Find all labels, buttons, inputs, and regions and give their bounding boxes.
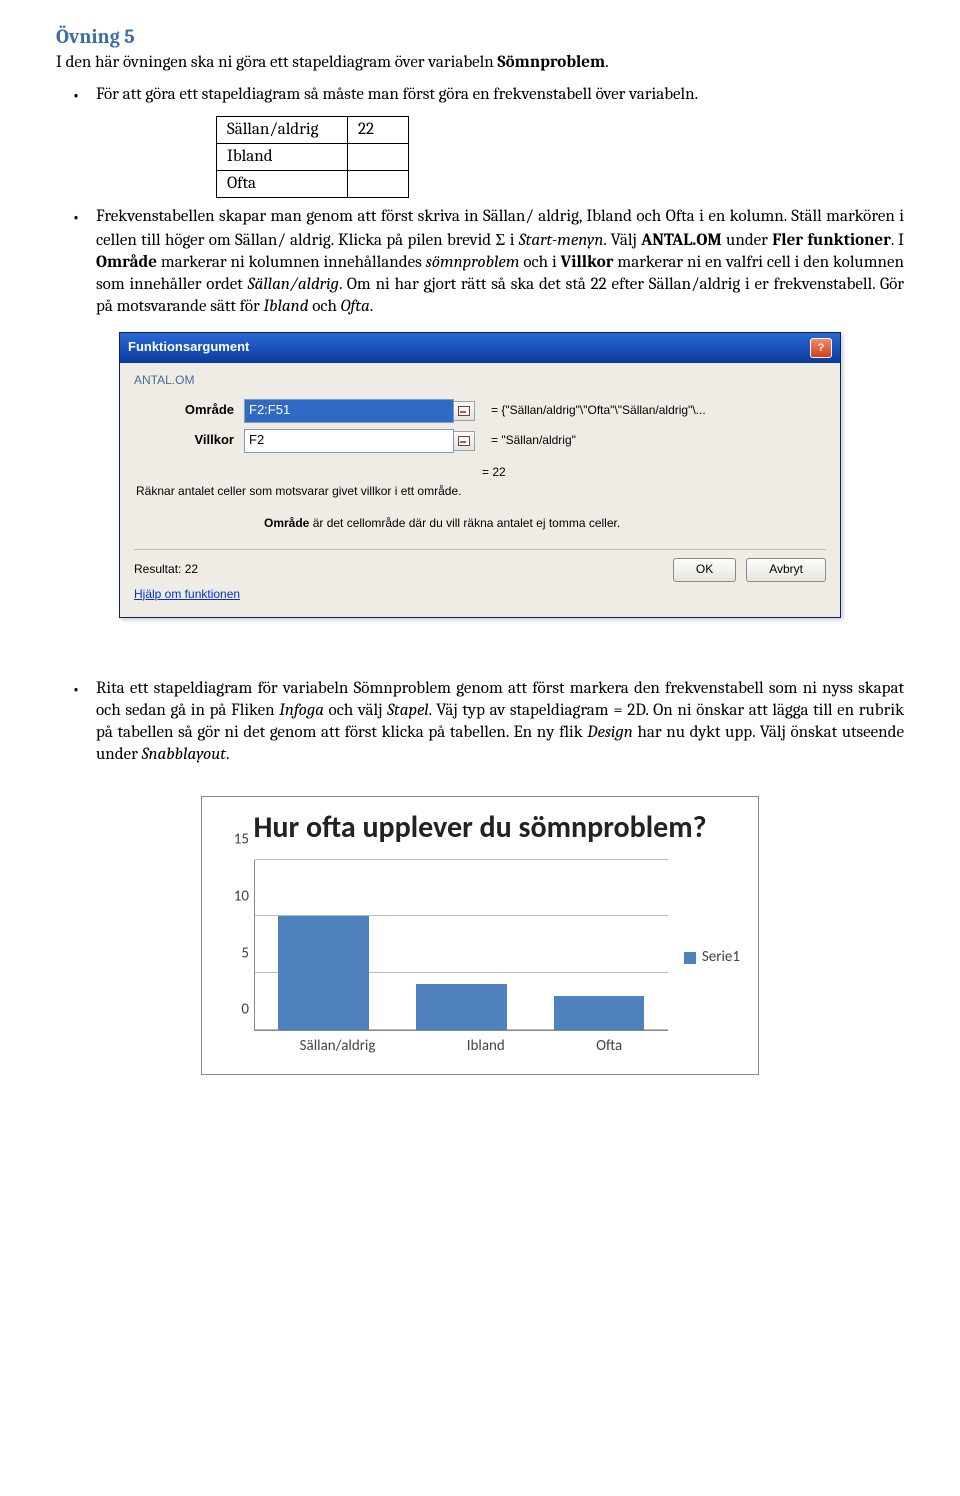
chart-x-label: Ofta	[596, 1037, 622, 1057]
t: Område	[96, 253, 157, 272]
function-name-label: ANTAL.OM	[134, 373, 826, 389]
t: och välj	[324, 701, 387, 720]
t: Ofta	[341, 297, 370, 316]
omrade-input[interactable]: F2:F51	[244, 399, 454, 423]
ok-button[interactable]: OK	[673, 558, 736, 582]
table-row: Sällan/aldrig 22	[217, 117, 409, 144]
freq-label: Ibland	[217, 144, 348, 171]
freq-value	[348, 144, 409, 171]
bullet-2: Frekvenstabellen skapar man genom att fö…	[96, 206, 904, 317]
villkor-input[interactable]: F2	[244, 429, 454, 453]
t: i	[505, 231, 518, 250]
t: är det cellområde där du vill räkna anta…	[309, 516, 620, 530]
function-arguments-dialog: Funktionsargument ? ANTAL.OM Område F2:F…	[119, 332, 841, 618]
freq-label: Sällan/aldrig	[217, 117, 348, 144]
freq-value	[348, 171, 409, 198]
legend-label: Serie1	[702, 948, 740, 968]
t: och i	[519, 253, 560, 272]
chart-x-label: Ibland	[467, 1037, 505, 1057]
chart-plot-area: 051015	[254, 860, 668, 1031]
chart-bar	[278, 916, 369, 1029]
chart-gridline	[255, 859, 668, 860]
t: . Välj	[603, 231, 641, 250]
function-description: Räknar antalet celler som motsvarar give…	[136, 484, 826, 500]
t: Fler funktioner	[772, 231, 891, 250]
dialog-title: Funktionsargument	[128, 339, 249, 356]
t: Ibland	[264, 297, 309, 316]
intro-bold: Sömnproblem	[498, 53, 606, 72]
intro-text: I den här övningen ska ni göra ett stape…	[56, 52, 904, 74]
chart-y-tick: 0	[225, 1000, 249, 1020]
bullet-1: För att göra ett stapeldiagram så måste …	[96, 84, 904, 106]
t: och	[308, 297, 340, 316]
chart-y-tick: 10	[225, 887, 249, 907]
t: Villkor	[561, 253, 614, 272]
range-selector-icon[interactable]	[453, 401, 475, 421]
t: Stapel	[387, 701, 429, 720]
t: ANTAL.OM	[641, 231, 722, 250]
t: Design	[587, 723, 633, 742]
t: .	[226, 745, 230, 764]
t: .	[370, 297, 374, 316]
chart-y-tick: 5	[225, 944, 249, 964]
t: Sällan/aldrig	[248, 275, 339, 294]
bar-chart: Hur ofta upplever du sömnproblem? 051015…	[201, 796, 759, 1075]
frequency-table: Sällan/aldrig 22 Ibland Ofta	[216, 116, 409, 198]
cancel-button[interactable]: Avbryt	[746, 558, 826, 582]
omrade-label: Område	[134, 402, 244, 419]
t: Område	[264, 516, 309, 530]
intro-prefix: I den här övningen ska ni göra ett stape…	[56, 53, 498, 72]
chart-bar	[416, 984, 507, 1029]
preview-result: = 22	[482, 465, 826, 481]
range-selector-icon[interactable]	[453, 431, 475, 451]
freq-label: Ofta	[217, 171, 348, 198]
close-icon[interactable]: ?	[810, 338, 832, 358]
t: . I	[891, 231, 904, 250]
exercise-heading: Övning 5	[56, 24, 904, 50]
chart-x-label: Sällan/aldrig	[300, 1037, 376, 1057]
legend-swatch-icon	[684, 952, 696, 964]
villkor-label: Villkor	[134, 432, 244, 449]
chart-title: Hur ofta upplever du sömnproblem?	[220, 811, 740, 846]
result-label: Resultat: 22	[134, 562, 198, 578]
bullet-3: Rita ett stapeldiagram för variabeln Söm…	[96, 678, 904, 766]
dialog-titlebar[interactable]: Funktionsargument ?	[120, 333, 840, 363]
t: Snabblayout	[142, 745, 226, 764]
help-link[interactable]: Hjälp om funktionen	[134, 587, 240, 601]
chart-y-tick: 15	[225, 830, 249, 850]
villkor-eval: = "Sällan/aldrig"	[491, 433, 576, 449]
chart-legend: Serie1	[684, 948, 740, 968]
t: under	[722, 231, 773, 250]
sigma-symbol: Σ	[495, 230, 505, 249]
t: Start-menyn	[519, 231, 604, 250]
omrade-eval: = {"Sällan/aldrig"\"Ofta"\"Sällan/aldrig…	[491, 403, 706, 419]
chart-bar	[554, 996, 645, 1030]
table-row: Ibland	[217, 144, 409, 171]
chart-x-labels: Sällan/aldrig Ibland Ofta	[254, 1037, 668, 1057]
t: markerar ni kolumnen innehållandes	[157, 253, 426, 272]
argument-description: Område är det cellområde där du vill räk…	[264, 516, 826, 532]
t: sömnproblem	[426, 253, 520, 272]
freq-value: 22	[348, 117, 409, 144]
t: Infoga	[279, 701, 324, 720]
table-row: Ofta	[217, 171, 409, 198]
